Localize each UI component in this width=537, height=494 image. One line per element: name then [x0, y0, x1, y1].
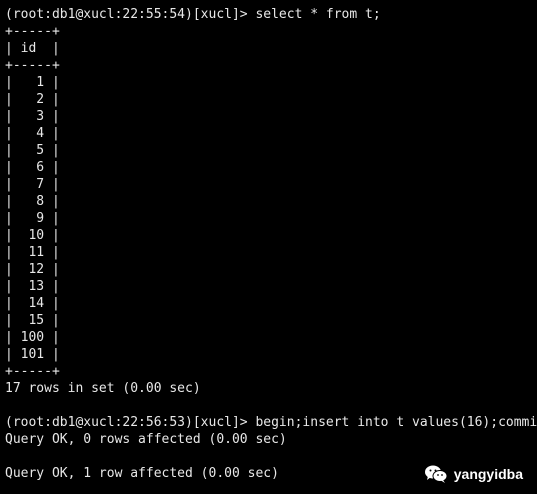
table-row: | 7 |	[5, 177, 60, 192]
terminal-line-prompt-insert: (root:db1@xucl:22:56:53)[xucl]> begin;in…	[5, 415, 537, 430]
table-row: | 8 |	[5, 194, 60, 209]
table-row: | 6 |	[5, 160, 60, 175]
table-row: | 4 |	[5, 126, 60, 141]
terminal-window[interactable]: (root:db1@xucl:22:55:54)[xucl]> select *…	[0, 0, 537, 494]
table-border-bottom: +-----+	[5, 364, 60, 379]
table-row: | 2 |	[5, 92, 60, 107]
table-row: | 9 |	[5, 211, 60, 226]
table-row: | 12 |	[5, 262, 60, 277]
table-border-top: +-----+	[5, 24, 60, 39]
table-border-header: +-----+	[5, 58, 60, 73]
table-row: | 13 |	[5, 279, 60, 294]
watermark: yangyidba	[424, 464, 523, 484]
table-row: | 5 |	[5, 143, 60, 158]
table-row: | 100 |	[5, 330, 60, 345]
result-summary: 17 rows in set (0.00 sec)	[5, 381, 201, 396]
table-row: | 1 |	[5, 75, 60, 90]
wechat-icon	[424, 464, 448, 484]
watermark-text: yangyidba	[453, 466, 523, 482]
table-row: | 14 |	[5, 296, 60, 311]
table-row: | 10 |	[5, 228, 60, 243]
table-row: | 15 |	[5, 313, 60, 328]
table-row: | 101 |	[5, 347, 60, 362]
terminal-line-prompt-select: (root:db1@xucl:22:55:54)[xucl]> select *…	[5, 7, 381, 22]
table-row: | 3 |	[5, 109, 60, 124]
table-header: | id |	[5, 41, 60, 56]
table-row: | 11 |	[5, 245, 60, 260]
query-result: Query OK, 0 rows affected (0.00 sec)	[5, 432, 287, 447]
